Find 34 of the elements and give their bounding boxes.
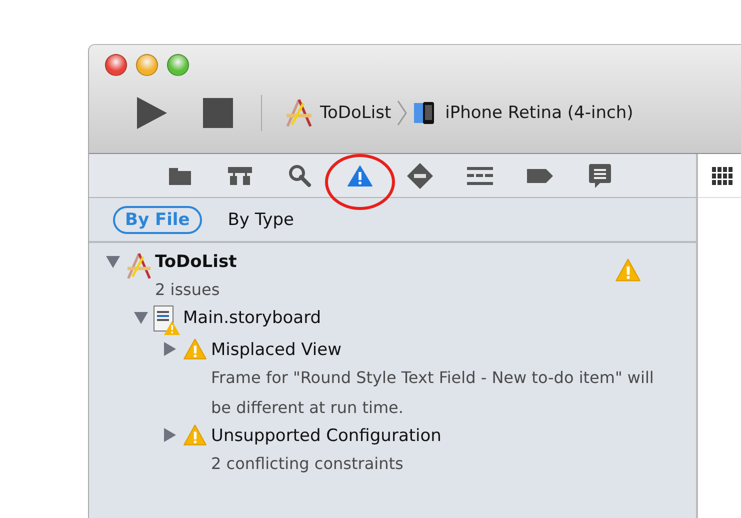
warning-icon (183, 337, 207, 361)
disclosure-triangle-icon[interactable] (133, 309, 149, 325)
chevron-icon (395, 100, 410, 126)
scheme-label[interactable]: ToDoList (320, 103, 392, 123)
issue-group-title: Misplaced View (211, 339, 343, 362)
hierarchy-icon (227, 166, 253, 186)
highlight-circle (325, 154, 395, 210)
play-icon[interactable] (135, 96, 169, 130)
issue-detail: Frame for "Round Style Text Field - New to-do item" will be different at run time. (211, 367, 655, 419)
tag-icon (526, 168, 554, 184)
issue-group-title: Unsupported Configuration (211, 425, 442, 448)
diamond-minus-icon (406, 162, 434, 190)
disclosure-triangle-icon[interactable] (161, 341, 177, 357)
warning-icon (183, 423, 207, 447)
minimize-window-button[interactable] (136, 54, 158, 76)
navigator-tab[interactable] (406, 162, 434, 190)
grid-icon[interactable] (712, 166, 734, 184)
scope-button[interactable]: By Type (216, 206, 306, 234)
destination-label[interactable]: iPhone Retina (4-inch) (445, 103, 634, 123)
issue-group-title: Main.storyboard (183, 307, 322, 330)
issue-detail: 2 conflicting constraints (211, 453, 404, 475)
navigator-tab[interactable] (586, 162, 614, 190)
issue-group-title: ToDoList (155, 251, 238, 274)
folder-icon (168, 166, 192, 186)
zoom-window-button[interactable] (167, 54, 189, 76)
disclosure-triangle-icon[interactable] (161, 427, 177, 443)
close-window-button[interactable] (105, 54, 127, 76)
list-icon (466, 166, 494, 186)
disclosure-triangle-icon[interactable] (105, 253, 121, 269)
warning-icon (347, 164, 373, 188)
issue-detail: 2 issues (155, 279, 221, 301)
search-icon (288, 164, 312, 188)
speech-bubble-icon (588, 162, 612, 188)
app-icon (284, 98, 314, 128)
